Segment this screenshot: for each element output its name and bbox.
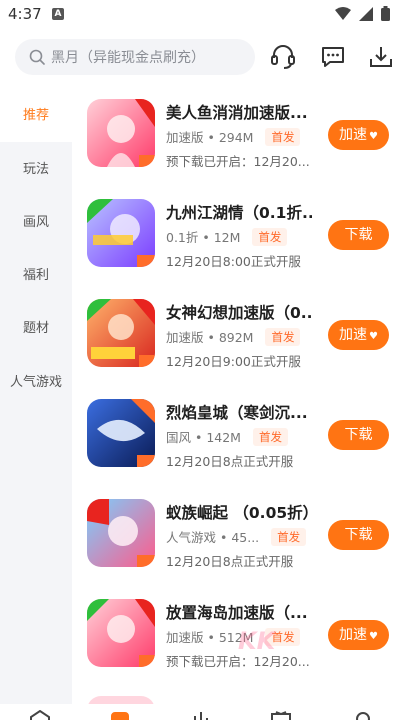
wifi-icon bbox=[335, 6, 351, 20]
game-date: 12月20日8点正式开服 bbox=[166, 454, 294, 469]
game-meta: 加速版 • 892M 首发 bbox=[166, 327, 301, 346]
game-title: 烈焰皇城（寒剑沉... bbox=[166, 404, 308, 422]
category-sidebar: 推荐 玩法 画风 福利 题材 人气游戏 bbox=[0, 86, 72, 720]
search-icon bbox=[29, 49, 45, 65]
game-meta-text: 0.1折 • 12M bbox=[166, 230, 241, 245]
first-release-badge: 首发 bbox=[265, 127, 301, 146]
profile-icon[interactable] bbox=[352, 710, 374, 720]
first-release-badge: 首发 bbox=[265, 327, 301, 346]
watermark: KK bbox=[238, 627, 276, 655]
game-icon bbox=[87, 399, 155, 467]
game-date: 12月20日9:00正式开服 bbox=[166, 354, 301, 369]
game-row[interactable]: 烈焰皇城（寒剑沉... 国风 • 142M 首发 12月20日8点正式开服 下载 bbox=[72, 386, 404, 486]
rank-icon[interactable] bbox=[190, 710, 212, 720]
heart-icon: ♥ bbox=[369, 631, 378, 642]
search-input[interactable]: 黑月（异能现金点刷充） bbox=[15, 39, 255, 75]
home-icon[interactable] bbox=[29, 710, 51, 720]
download-button[interactable]: 下载 bbox=[328, 420, 389, 450]
game-list: 美人鱼消消加速版... 加速版 • 294M 首发 预下载已开启：12月20...… bbox=[72, 86, 404, 720]
bottom-navigation bbox=[0, 704, 404, 720]
category-icon[interactable] bbox=[109, 710, 131, 720]
button-label: 下载 bbox=[344, 427, 373, 443]
sidebar-item-theme[interactable]: 题材 bbox=[0, 317, 72, 336]
game-meta: 人气游戏 • 45... 首发 bbox=[166, 527, 307, 546]
first-release-badge: 首发 bbox=[271, 527, 307, 546]
sidebar-item-gameplay[interactable]: 玩法 bbox=[0, 158, 72, 177]
game-meta: 加速版 • 512M 首发 bbox=[166, 627, 301, 646]
download-button[interactable]: 下载 bbox=[328, 220, 389, 250]
status-bar: 4:37 A bbox=[0, 0, 404, 30]
game-icon bbox=[87, 599, 155, 667]
game-row[interactable]: 美人鱼消消加速版... 加速版 • 294M 首发 预下载已开启：12月20...… bbox=[72, 86, 404, 186]
status-time: 4:37 bbox=[8, 5, 42, 23]
notification-icon: A bbox=[52, 8, 64, 20]
game-title: 女神幻想加速版（0.... bbox=[166, 304, 312, 322]
game-title: 美人鱼消消加速版... bbox=[166, 104, 308, 122]
game-meta: 0.1折 • 12M 首发 bbox=[166, 227, 288, 246]
game-date: 12月20日8:00正式开服 bbox=[166, 254, 301, 269]
game-icon bbox=[87, 199, 155, 267]
game-date: 预下载已开启：12月20... bbox=[166, 154, 310, 169]
search-placeholder: 黑月（异能现金点刷充） bbox=[51, 50, 205, 66]
game-meta-text: 人气游戏 • 45... bbox=[166, 530, 260, 545]
button-label: 下载 bbox=[344, 227, 373, 243]
heart-icon: ♥ bbox=[369, 331, 378, 342]
accelerate-button[interactable]: 加速 ♥ bbox=[328, 320, 389, 350]
button-label: 加速 bbox=[339, 627, 368, 643]
game-meta: 加速版 • 294M 首发 bbox=[166, 127, 301, 146]
game-row[interactable]: 蚁族崛起 （0.05折） 人气游戏 • 45... 首发 12月20日8点正式开服… bbox=[72, 486, 404, 586]
game-meta-text: 国风 • 142M bbox=[166, 430, 241, 445]
button-label: 下载 bbox=[344, 527, 373, 543]
message-icon[interactable] bbox=[318, 42, 348, 72]
accelerate-button[interactable]: 加速 ♥ bbox=[328, 620, 389, 650]
sidebar-item-recommend[interactable]: 推荐 bbox=[0, 104, 72, 123]
customer-service-icon[interactable] bbox=[268, 42, 298, 72]
battery-icon bbox=[381, 6, 390, 21]
heart-icon: ♥ bbox=[369, 131, 378, 142]
sidebar-item-popular-games[interactable]: 人气游戏 bbox=[0, 371, 72, 390]
game-row[interactable]: 女神幻想加速版（0.... 加速版 • 892M 首发 12月20日9:00正式开… bbox=[72, 286, 404, 386]
game-meta-text: 加速版 • 294M bbox=[166, 130, 254, 145]
first-release-badge: 首发 bbox=[252, 227, 288, 246]
button-label: 加速 bbox=[339, 127, 368, 143]
game-meta-text: 加速版 • 892M bbox=[166, 330, 254, 345]
sidebar-item-art-style[interactable]: 画风 bbox=[0, 211, 72, 230]
download-icon[interactable] bbox=[366, 42, 396, 72]
game-icon bbox=[87, 499, 155, 567]
sidebar-item-welfare[interactable]: 福利 bbox=[0, 264, 72, 283]
accelerate-button[interactable]: 加速 ♥ bbox=[328, 120, 389, 150]
game-row[interactable]: 九州江湖情（0.1折... 0.1折 • 12M 首发 12月20日8:00正式开… bbox=[72, 186, 404, 286]
download-button[interactable]: 下载 bbox=[328, 520, 389, 550]
gift-icon[interactable] bbox=[270, 710, 292, 720]
game-title: 放置海岛加速版（... bbox=[166, 604, 308, 622]
game-title: 蚁族崛起 （0.05折） bbox=[166, 504, 312, 522]
game-icon bbox=[87, 99, 155, 167]
signal-icon bbox=[359, 6, 373, 21]
game-meta: 国风 • 142M 首发 bbox=[166, 427, 288, 446]
first-release-badge: 首发 bbox=[252, 427, 288, 446]
button-label: 加速 bbox=[339, 327, 368, 343]
game-title: 九州江湖情（0.1折... bbox=[166, 204, 312, 222]
game-icon bbox=[87, 299, 155, 367]
game-date: 12月20日8点正式开服 bbox=[166, 554, 294, 569]
status-icons bbox=[335, 6, 390, 21]
